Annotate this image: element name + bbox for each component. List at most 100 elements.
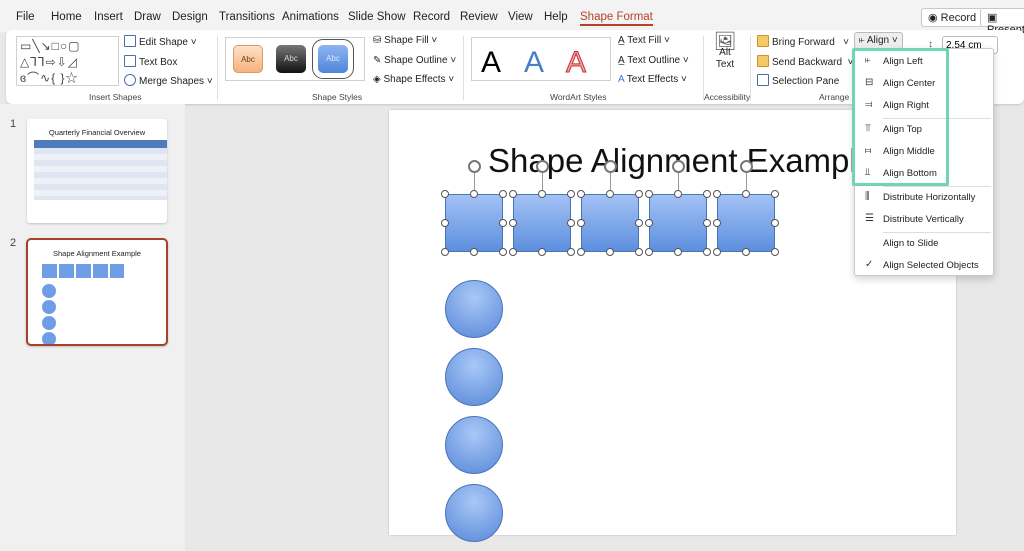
shape-fill-button[interactable]: ⛁ Shape Fill ˅ [373, 35, 437, 46]
resize-handle[interactable] [713, 219, 721, 227]
resize-handle[interactable] [509, 219, 517, 227]
style-preset-orange[interactable]: Abc [233, 45, 263, 73]
resize-handle[interactable] [499, 248, 507, 256]
tab-record[interactable]: Record [413, 11, 450, 23]
style-preset-black[interactable]: Abc [276, 45, 306, 73]
present-button[interactable]: ▣ Present [980, 8, 1024, 36]
menu-item-align-to-slide[interactable]: Align to Slide [883, 238, 938, 249]
resize-handle[interactable] [577, 190, 585, 198]
merge-shapes-button[interactable]: Merge Shapes ˅ [124, 74, 213, 87]
menu-item-align-selected-objects[interactable]: Align Selected Objects [883, 260, 979, 271]
record-button[interactable]: ◉ Record [921, 8, 984, 27]
rotate-handle[interactable] [672, 160, 685, 173]
selection-pane-button[interactable]: Selection Pane [757, 74, 839, 87]
square-shape[interactable] [513, 194, 571, 252]
tab-insert[interactable]: Insert [94, 11, 123, 23]
square-shape[interactable] [445, 194, 503, 252]
send-backward-button[interactable]: Send Backward ˅ [757, 55, 853, 68]
resize-handle[interactable] [441, 248, 449, 256]
bring-forward-button[interactable]: Bring Forward ˅ [757, 35, 849, 48]
align-button[interactable]: ⫦ Align ˅ [854, 32, 903, 49]
pen-icon: ✎ [373, 55, 385, 66]
shape-effects-button[interactable]: ◈ Shape Effects ˅ [373, 74, 454, 85]
circle-shape[interactable] [445, 280, 503, 338]
resize-handle[interactable] [713, 248, 721, 256]
rotate-handle[interactable] [604, 160, 617, 173]
tab-file[interactable]: File [16, 11, 35, 23]
rotate-handle[interactable] [536, 160, 549, 173]
style-preset-blue[interactable]: Abc [312, 39, 354, 79]
wordart-preset-black[interactable]: A [481, 46, 501, 80]
resize-handle[interactable] [567, 219, 575, 227]
resize-handle[interactable] [538, 190, 546, 198]
resize-handle[interactable] [771, 190, 779, 198]
resize-handle[interactable] [713, 190, 721, 198]
menu-item-distribute-horizontally[interactable]: Distribute Horizontally [883, 192, 975, 203]
shape-outline-button[interactable]: ✎ Shape Outline ˅ [373, 55, 456, 66]
tab-review[interactable]: Review [460, 11, 498, 23]
resize-handle[interactable] [441, 219, 449, 227]
resize-handle[interactable] [577, 248, 585, 256]
resize-handle[interactable] [577, 219, 585, 227]
resize-handle[interactable] [771, 248, 779, 256]
tab-help[interactable]: Help [544, 11, 568, 23]
resize-handle[interactable] [470, 190, 478, 198]
resize-handle[interactable] [499, 219, 507, 227]
alt-text-button[interactable]: 🖼 Alt Text [710, 32, 740, 71]
tab-draw[interactable]: Draw [134, 11, 161, 23]
tab-home[interactable]: Home [51, 11, 82, 23]
tab-slide-show[interactable]: Slide Show [348, 11, 406, 23]
resize-handle[interactable] [703, 248, 711, 256]
circle-shape[interactable] [445, 416, 503, 474]
group-label-insert-shapes: Insert Shapes [89, 92, 142, 102]
tab-animations[interactable]: Animations [282, 11, 339, 23]
resize-handle[interactable] [771, 219, 779, 227]
resize-handle[interactable] [470, 248, 478, 256]
resize-handle[interactable] [606, 248, 614, 256]
resize-handle[interactable] [567, 248, 575, 256]
square-shape[interactable] [717, 194, 775, 252]
ribbon-tabs: File Home Insert Draw Design Transitions… [0, 0, 1024, 36]
tab-view[interactable]: View [508, 11, 533, 23]
resize-handle[interactable] [703, 219, 711, 227]
resize-handle[interactable] [567, 190, 575, 198]
circle-shape[interactable] [445, 348, 503, 406]
tab-transitions[interactable]: Transitions [219, 11, 275, 23]
tab-shape-format[interactable]: Shape Format [580, 11, 653, 26]
resize-handle[interactable] [509, 190, 517, 198]
resize-handle[interactable] [674, 190, 682, 198]
resize-handle[interactable] [635, 248, 643, 256]
resize-handle[interactable] [606, 190, 614, 198]
square-shape[interactable] [649, 194, 707, 252]
text-fill-button[interactable]: A̲ Text Fill ˅ [618, 35, 670, 46]
resize-handle[interactable] [674, 248, 682, 256]
menu-item-distribute-vertically[interactable]: Distribute Vertically [883, 214, 964, 225]
rotate-handle[interactable] [468, 160, 481, 173]
resize-handle[interactable] [645, 190, 653, 198]
resize-handle[interactable] [645, 219, 653, 227]
shapes-gallery[interactable]: ▭╲↘□○▢ △⅂⅂⇨⇩◿ ɞ⌒∿{ }☆ [16, 36, 119, 86]
slide-thumbnail-2[interactable]: Shape Alignment Example [26, 238, 168, 346]
resize-handle[interactable] [538, 248, 546, 256]
square-shape[interactable] [581, 194, 639, 252]
text-effects-button[interactable]: A Text Effects ˅ [618, 74, 687, 85]
resize-handle[interactable] [499, 190, 507, 198]
resize-handle[interactable] [703, 190, 711, 198]
resize-handle[interactable] [635, 219, 643, 227]
resize-handle[interactable] [441, 190, 449, 198]
resize-handle[interactable] [742, 248, 750, 256]
resize-handle[interactable] [635, 190, 643, 198]
menu-divider [883, 186, 991, 187]
edit-shape-button[interactable]: Edit Shape ˅ [124, 35, 197, 48]
wordart-preset-blue[interactable]: A [524, 46, 544, 80]
resize-handle[interactable] [645, 248, 653, 256]
resize-handle[interactable] [742, 190, 750, 198]
rotate-handle[interactable] [740, 160, 753, 173]
circle-shape[interactable] [445, 484, 503, 542]
resize-handle[interactable] [509, 248, 517, 256]
wordart-preset-red[interactable]: A [565, 46, 586, 80]
tab-design[interactable]: Design [172, 11, 208, 23]
text-box-button[interactable]: Text Box [124, 55, 177, 68]
slide-thumbnail-1[interactable]: Quarterly Financial Overview [27, 119, 167, 223]
text-outline-button[interactable]: A̲ Text Outline ˅ [618, 55, 689, 66]
